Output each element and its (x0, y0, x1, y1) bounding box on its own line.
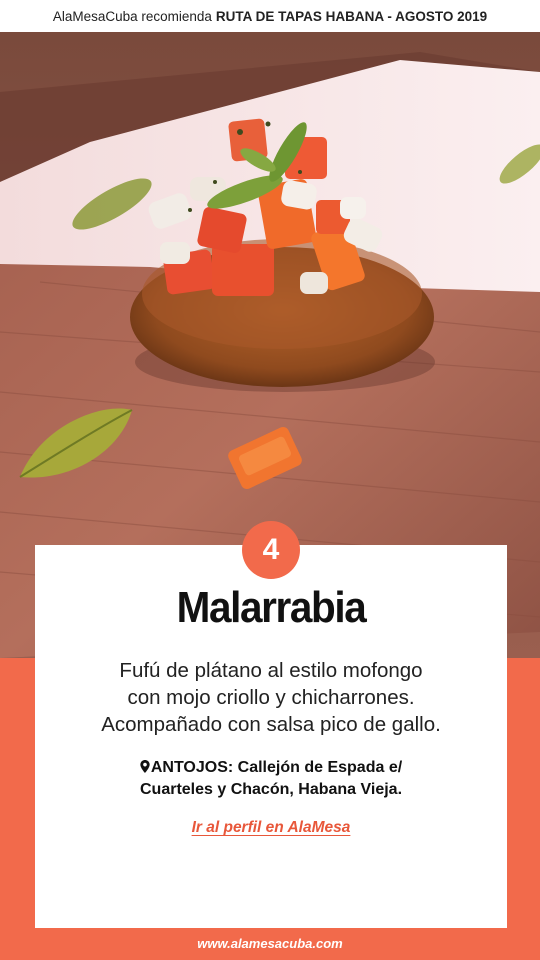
top-banner: AlaMesaCuba recomienda RUTA DE TAPAS HAB… (0, 0, 540, 32)
event-title: RUTA DE TAPAS HABANA - AGOSTO 2019 (215, 8, 488, 24)
restaurant-title: Malarrabia (176, 583, 367, 632)
address-line: ANTOJOS: Callejón de Espada e/ (35, 757, 507, 779)
description-line: con mojo criollo y chicharrones. (127, 686, 415, 709)
profile-link[interactable]: Ir al perfil en AlaMesa (192, 819, 351, 836)
dish-description: Fufú de plátano al estilo mofongo con mo… (35, 657, 507, 738)
website-url[interactable]: www.alamesacuba.com (0, 936, 540, 951)
description-line: Acompañado con salsa pico de gallo. (101, 713, 441, 736)
tapa-number-badge: 4 (242, 521, 300, 579)
address-text: ANTOJOS: Callejón de Espada e/ (150, 759, 403, 776)
description-line: Fufú de plátano al estilo mofongo (119, 659, 423, 682)
address-block: ANTOJOS: Callejón de Espada e/ Cuarteles… (35, 757, 507, 801)
location-pin-icon (140, 760, 150, 773)
address-line: Cuarteles y Chacón, Habana Vieja. (139, 781, 403, 798)
brand-recommend-text: AlaMesaCuba recomienda (52, 8, 212, 24)
profile-link-row: Ir al perfil en AlaMesa (35, 819, 507, 837)
